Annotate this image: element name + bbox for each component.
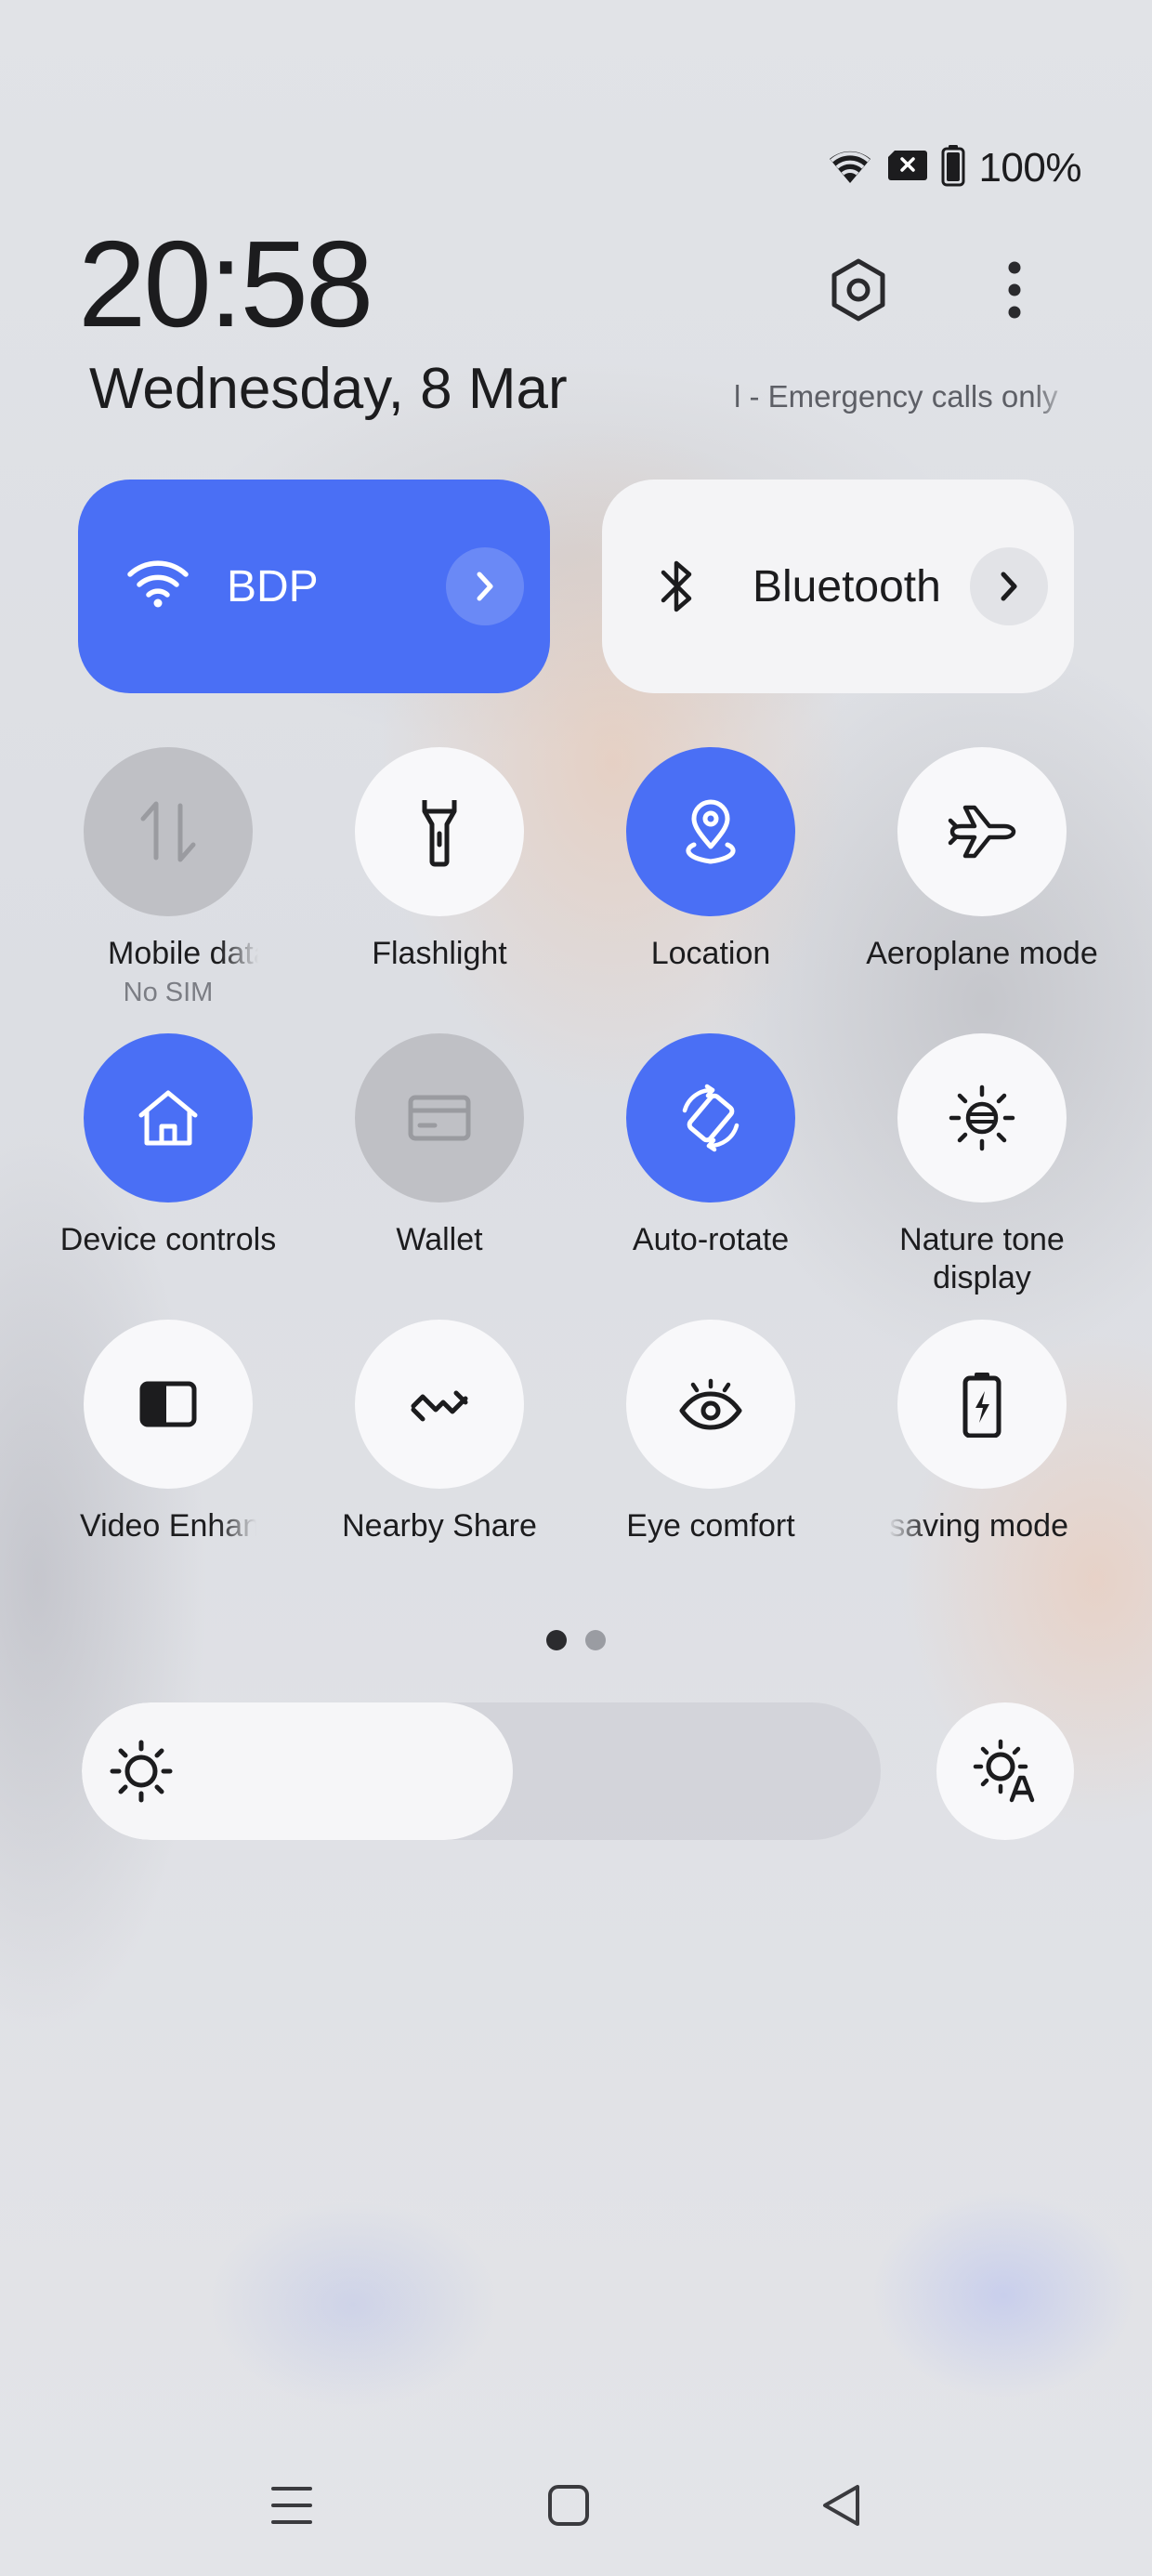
tile-label: Location xyxy=(650,936,771,971)
tile-label: Video Enhancer xyxy=(80,1508,256,1544)
brightness-slider[interactable] xyxy=(82,1702,881,1840)
clock-time: 20:58 xyxy=(78,216,373,352)
more-options-button[interactable] xyxy=(968,243,1061,336)
chevron-right-icon xyxy=(1001,572,1017,601)
brightness-icon xyxy=(110,1740,173,1803)
wifi-details-button[interactable] xyxy=(446,547,524,625)
flashlight-icon xyxy=(422,800,457,867)
more-vertical-icon xyxy=(1008,261,1021,319)
tile-nearby-share[interactable]: Nearby Share xyxy=(342,1320,537,1545)
settings-icon xyxy=(831,258,885,322)
power-saving-toggle[interactable] xyxy=(897,1320,1067,1489)
bluetooth-tile[interactable]: Bluetooth xyxy=(602,480,1074,693)
mobile-data-toggle[interactable] xyxy=(84,747,253,916)
tile-aeroplane-mode[interactable]: Aeroplane mode xyxy=(866,747,1098,973)
bluetooth-icon xyxy=(660,558,697,620)
mobile-data-icon xyxy=(140,801,196,862)
home-icon xyxy=(138,1090,198,1146)
video-enhance-icon xyxy=(139,1381,197,1427)
wallet-icon xyxy=(408,1095,471,1141)
tile-label: Auto-rotate xyxy=(632,1222,790,1257)
status-bar: 100% xyxy=(826,144,1081,191)
settings-button[interactable] xyxy=(812,243,905,336)
tile-mobile-data[interactable]: Mobile data No SIM xyxy=(84,747,258,1008)
chevron-right-icon xyxy=(477,572,493,601)
nearby-share-icon xyxy=(411,1390,468,1422)
nearby-share-toggle[interactable] xyxy=(355,1320,524,1489)
device-controls-toggle[interactable] xyxy=(84,1033,253,1203)
tile-wallet[interactable]: Wallet xyxy=(355,1033,524,1259)
location-icon xyxy=(686,799,736,864)
tile-label: Nature tone display xyxy=(899,1222,1065,1295)
tile-sublabel: No SIM xyxy=(123,978,214,1007)
recents-button[interactable] xyxy=(255,2468,329,2543)
no-sim-icon xyxy=(887,149,928,187)
tile-label: Aeroplane mode xyxy=(866,936,1098,971)
home-button-icon xyxy=(548,2485,589,2526)
tile-location[interactable]: Location xyxy=(626,747,795,973)
recents-icon xyxy=(271,2487,312,2524)
tile-label: Wallet xyxy=(396,1222,483,1257)
eye-icon xyxy=(679,1378,742,1430)
tile-nature-tone-display[interactable]: Nature tone display xyxy=(897,1033,1067,1297)
wifi-icon xyxy=(826,146,874,190)
carrier-status: l - Emergency calls only xyxy=(734,379,1058,414)
bluetooth-label: Bluetooth xyxy=(753,561,941,611)
location-toggle[interactable] xyxy=(626,747,795,916)
battery-icon xyxy=(941,144,965,191)
wallet-toggle[interactable] xyxy=(355,1033,524,1203)
tile-label: Device controls xyxy=(59,1222,277,1257)
home-nav-button[interactable] xyxy=(531,2468,606,2543)
wifi-network-name: BDP xyxy=(227,561,319,611)
page-indicator xyxy=(546,1630,606,1650)
back-icon xyxy=(823,2485,859,2526)
eye-comfort-toggle[interactable] xyxy=(626,1320,795,1489)
tile-auto-rotate[interactable]: Auto-rotate xyxy=(626,1033,795,1259)
nature-tone-toggle[interactable] xyxy=(897,1033,1067,1203)
tile-label: Mobile data xyxy=(108,936,258,971)
nature-tone-icon xyxy=(949,1084,1015,1151)
video-enhancer-toggle[interactable] xyxy=(84,1320,253,1489)
tile-power-saving-mode[interactable]: Power saving mode xyxy=(888,1320,1068,1545)
auto-brightness-button[interactable] xyxy=(936,1702,1074,1840)
tile-eye-comfort[interactable]: Eye comfort xyxy=(626,1320,795,1545)
auto-brightness-icon xyxy=(973,1739,1035,1803)
tile-label: Nearby Share xyxy=(342,1508,537,1544)
tile-label: Flashlight xyxy=(372,936,507,971)
airplane-icon xyxy=(948,805,1016,859)
battery-percentage: 100% xyxy=(978,144,1081,191)
tile-flashlight[interactable]: Flashlight xyxy=(355,747,524,973)
auto-rotate-icon xyxy=(682,1084,740,1152)
tile-label: Eye comfort xyxy=(626,1508,795,1544)
bluetooth-details-button[interactable] xyxy=(970,547,1048,625)
tile-video-enhancer[interactable]: Video Enhancer xyxy=(80,1320,256,1545)
back-button[interactable] xyxy=(805,2468,879,2543)
wifi-tile-icon xyxy=(126,556,190,612)
tile-device-controls[interactable]: Device controls xyxy=(60,1033,276,1259)
page-dot-1[interactable] xyxy=(546,1630,567,1650)
auto-rotate-toggle[interactable] xyxy=(626,1033,795,1203)
battery-saver-icon xyxy=(962,1373,1001,1438)
page-dot-2[interactable] xyxy=(585,1630,606,1650)
date-text: Wednesday, 8 Mar xyxy=(89,357,568,421)
flashlight-toggle[interactable] xyxy=(355,747,524,916)
tile-label: Power saving mode xyxy=(888,1508,1068,1544)
aeroplane-mode-toggle[interactable] xyxy=(897,747,1067,916)
wifi-tile[interactable]: BDP xyxy=(78,480,550,693)
